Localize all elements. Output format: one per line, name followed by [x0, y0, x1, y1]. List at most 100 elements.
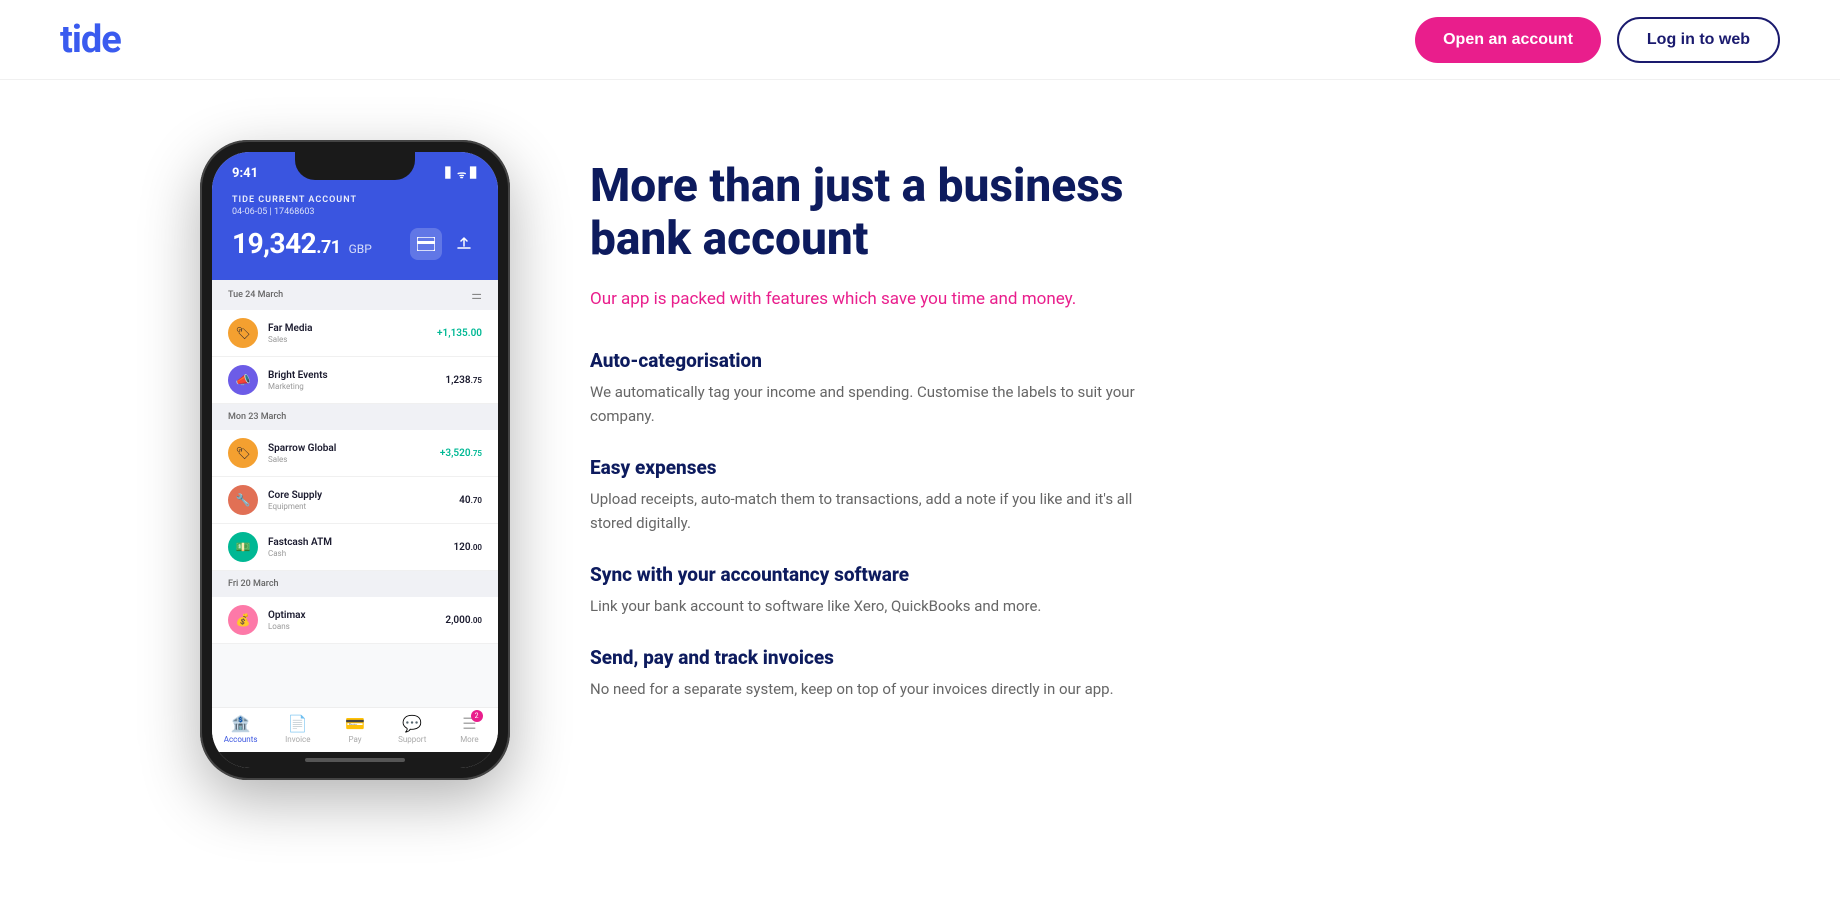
card-icon — [410, 228, 442, 260]
home-bar — [305, 758, 405, 762]
feature-desc-3: Link your bank account to software like … — [590, 594, 1150, 618]
bottom-nav: 🏦 Accounts 📄 Invoice 💳 Pay 💬 Support — [212, 707, 498, 752]
hero-subtitle-plain: Our app is packed with features which sa… — [590, 289, 1022, 309]
nav-more-label: More — [460, 735, 478, 744]
feature-invoices: Send, pay and track invoices No need for… — [590, 646, 1150, 701]
nav-accounts[interactable]: 🏦 Accounts — [212, 714, 269, 744]
feature-desc-2: Upload receipts, auto-match them to tran… — [590, 487, 1150, 535]
tx-info-3: Sparrow Global Sales — [268, 443, 430, 464]
tx-name-2: Bright Events — [268, 370, 435, 381]
tx-icon-6: 💰 — [228, 605, 258, 635]
phone-device: 9:41 ▋ ᯤ ▊ TIDE CURRENT ACCOUNT 04-06-05… — [200, 140, 510, 780]
tx-info-1: Far Media Sales — [268, 323, 427, 344]
transaction-item: 💵 Fastcash ATM Cash 120.00 — [212, 524, 498, 571]
more-badge-container: ☰ 2 — [462, 714, 476, 733]
account-label: TIDE CURRENT ACCOUNT — [232, 195, 478, 205]
accounts-icon: 🏦 — [231, 714, 251, 733]
hero-subtitle: Our app is packed with features which sa… — [590, 286, 1150, 313]
date-label-tue: Tue 24 March — [228, 290, 283, 300]
tx-amount-3: +3,520.75 — [440, 448, 482, 459]
tx-icon-3: 🏷 — [228, 438, 258, 468]
header: tide Open an account Log in to web — [0, 0, 1840, 80]
balance-display: 19,342.71 GBP — [232, 227, 372, 260]
filter-icon[interactable]: ⚌ — [471, 288, 482, 302]
tx-category-6: Loans — [268, 622, 435, 631]
balance-row: 19,342.71 GBP — [232, 227, 478, 260]
header-actions: Open an account Log in to web — [1415, 17, 1780, 63]
logo: tide — [60, 18, 121, 62]
tx-amount-5: 120.00 — [453, 542, 482, 553]
open-account-button[interactable]: Open an account — [1415, 17, 1601, 63]
tx-category-4: Equipment — [268, 502, 449, 511]
support-icon: 💬 — [402, 714, 422, 733]
transaction-item: 📣 Bright Events Marketing 1,238.75 — [212, 357, 498, 404]
phone-screen: 9:41 ▋ ᯤ ▊ TIDE CURRENT ACCOUNT 04-06-05… — [212, 152, 498, 768]
tx-category-1: Sales — [268, 335, 427, 344]
nav-pay-label: Pay — [348, 735, 361, 744]
pay-icon: 💳 — [345, 714, 365, 733]
tx-category-3: Sales — [268, 455, 430, 464]
tx-name-6: Optimax — [268, 610, 435, 621]
transaction-item: 💰 Optimax Loans 2,000.00 — [212, 597, 498, 644]
date-header-mon: Mon 23 March — [212, 404, 498, 430]
transaction-item: 🔧 Core Supply Equipment 40.70 — [212, 477, 498, 524]
tx-icon-2: 📣 — [228, 365, 258, 395]
account-header: TIDE CURRENT ACCOUNT 04-06-05 | 17468603… — [212, 187, 498, 280]
nav-invoice[interactable]: 📄 Invoice — [269, 714, 326, 744]
transaction-item: 🏷 Far Media Sales +1,135.00 — [212, 310, 498, 357]
tx-name-4: Core Supply — [268, 490, 449, 501]
feature-title-2: Easy expenses — [590, 456, 1150, 479]
login-button[interactable]: Log in to web — [1617, 17, 1780, 63]
date-header-tue: Tue 24 March ⚌ — [212, 280, 498, 310]
nav-more[interactable]: ☰ 2 More — [441, 714, 498, 744]
tx-name-5: Fastcash ATM — [268, 537, 443, 548]
tx-icon-5: 💵 — [228, 532, 258, 562]
battery-icon: ▊ — [470, 168, 478, 179]
more-badge: 2 — [471, 710, 483, 722]
feature-title-3: Sync with your accountancy software — [590, 563, 1150, 586]
tx-amount-1: +1,135.00 — [437, 328, 482, 339]
account-number: 04-06-05 | 17468603 — [232, 207, 478, 217]
status-icons: ▋ ᯤ ▊ — [445, 167, 478, 181]
feature-easy-expenses: Easy expenses Upload receipts, auto-matc… — [590, 456, 1150, 535]
date-label-fri: Fri 20 March — [228, 579, 279, 589]
nav-support[interactable]: 💬 Support — [384, 714, 441, 744]
feature-sync-accountancy: Sync with your accountancy software Link… — [590, 563, 1150, 618]
tx-icon-4: 🔧 — [228, 485, 258, 515]
home-indicator — [212, 752, 498, 768]
date-header-fri: Fri 20 March — [212, 571, 498, 597]
feature-desc-4: No need for a separate system, keep on t… — [590, 677, 1150, 701]
tx-amount-4: 40.70 — [459, 495, 482, 506]
main-content: 9:41 ▋ ᯤ ▊ TIDE CURRENT ACCOUNT 04-06-05… — [0, 80, 1840, 897]
nav-accounts-label: Accounts — [224, 735, 258, 744]
tx-info-2: Bright Events Marketing — [268, 370, 435, 391]
hero-subtitle-highlight: money — [1022, 289, 1072, 309]
nav-pay[interactable]: 💳 Pay — [326, 714, 383, 744]
tx-info-5: Fastcash ATM Cash — [268, 537, 443, 558]
tx-info-4: Core Supply Equipment — [268, 490, 449, 511]
tx-icon-1: 🏷 — [228, 318, 258, 348]
transactions-list: Tue 24 March ⚌ 🏷 Far Media Sales +1,135.… — [212, 280, 498, 707]
date-label-mon: Mon 23 March — [228, 412, 286, 422]
tx-amount-6: 2,000.00 — [445, 615, 482, 626]
feature-title-4: Send, pay and track invoices — [590, 646, 1150, 669]
nav-support-label: Support — [398, 735, 426, 744]
upload-icon — [450, 230, 478, 258]
tx-info-6: Optimax Loans — [268, 610, 435, 631]
tx-name-3: Sparrow Global — [268, 443, 430, 454]
status-time: 9:41 — [232, 166, 258, 181]
hero-title: More than just a business bank account — [590, 160, 1150, 266]
nav-invoice-label: Invoice — [285, 735, 310, 744]
invoice-icon: 📄 — [288, 714, 308, 733]
phone-notch — [295, 152, 415, 180]
tx-amount-2: 1,238.75 — [445, 375, 482, 386]
tx-name-1: Far Media — [268, 323, 427, 334]
balance-decimal: .71 — [316, 237, 340, 258]
hero-content: More than just a business bank account O… — [590, 140, 1150, 729]
signal-icon: ▋ — [445, 168, 453, 179]
hero-subtitle-end: . — [1072, 289, 1076, 309]
tx-category-2: Marketing — [268, 382, 435, 391]
balance-currency: GBP — [349, 242, 372, 256]
wifi-icon: ᯤ — [457, 167, 466, 181]
feature-title-1: Auto-categorisation — [590, 349, 1150, 372]
